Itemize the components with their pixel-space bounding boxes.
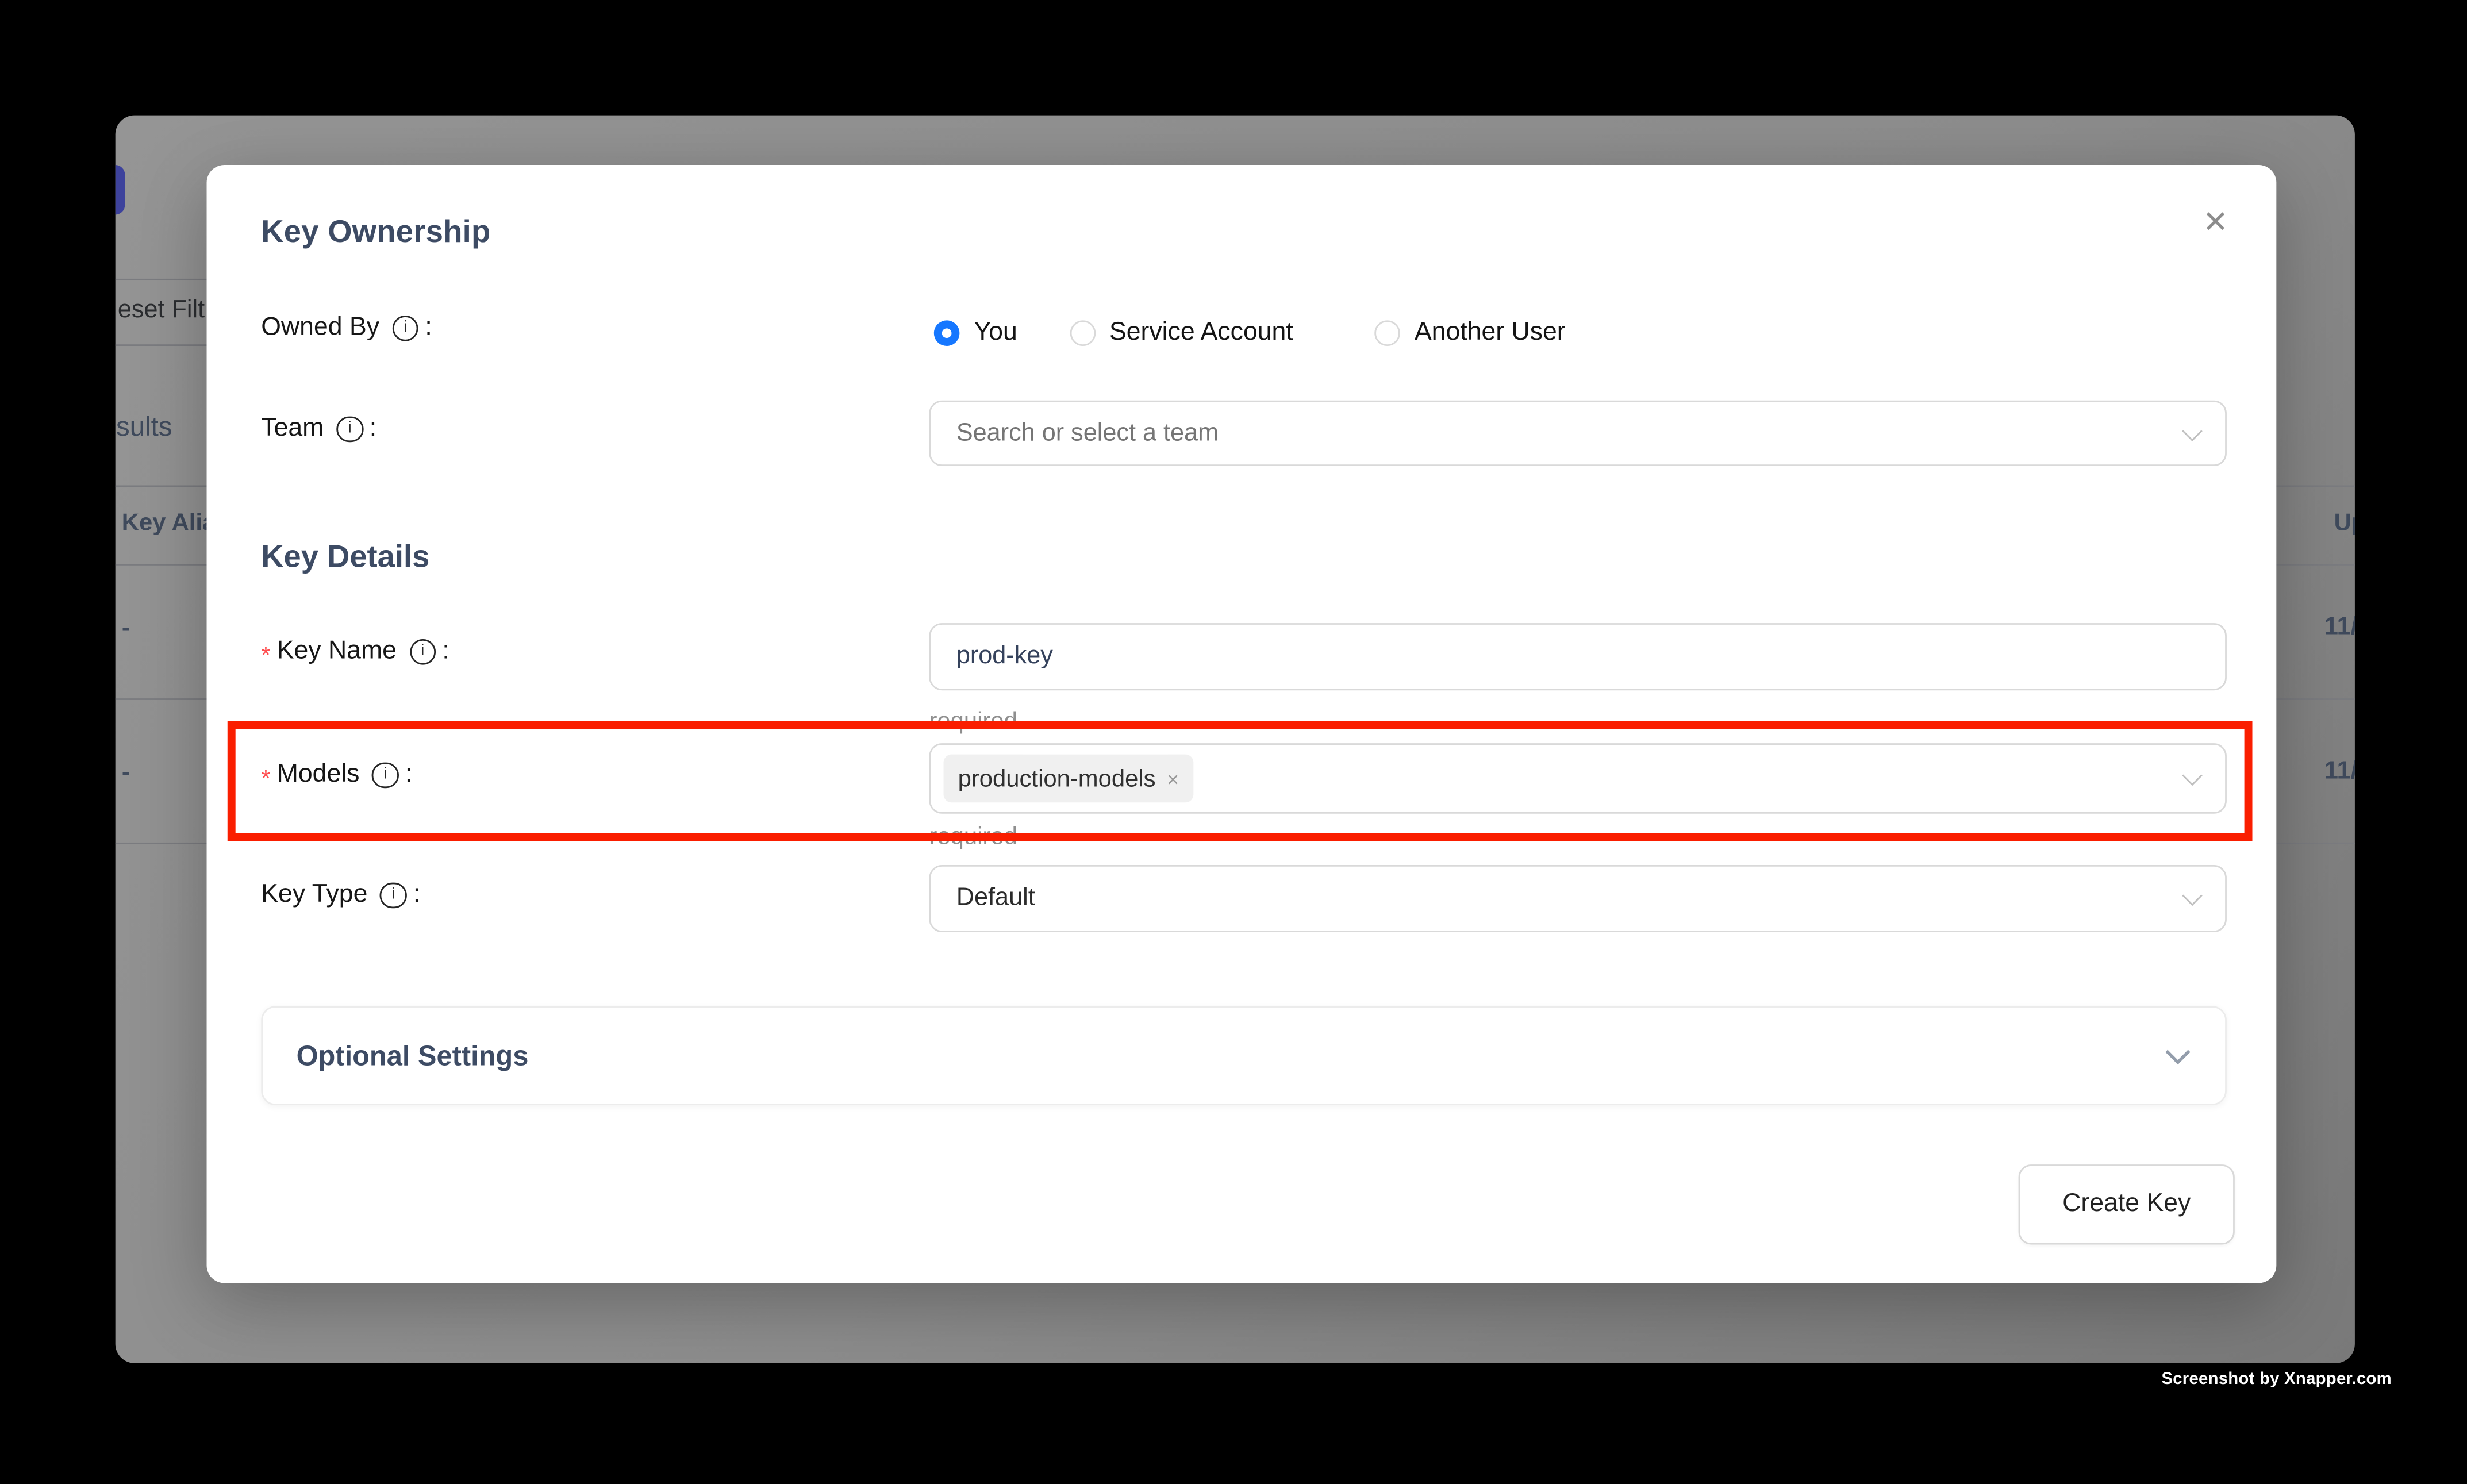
label-colon: :: [370, 415, 376, 444]
models-label: * Modelsi:: [261, 761, 412, 790]
key-type-value: Default: [931, 884, 1035, 913]
key-name-label: * Key Name i:: [261, 637, 449, 666]
key-type-label: Key Type i:: [261, 881, 420, 910]
team-label-text: Team: [261, 415, 324, 444]
optional-settings-accordion[interactable]: Optional Settings: [261, 1006, 2227, 1105]
table-row: 11/: [2324, 757, 2354, 786]
label-colon: :: [405, 761, 412, 790]
team-label: Teami:: [261, 415, 376, 444]
table-header-updated: Up: [2334, 509, 2354, 536]
key-details-heading: Key Details: [261, 540, 429, 576]
table-row: -: [122, 614, 130, 643]
radio-label: Another User: [1415, 319, 1566, 348]
info-icon[interactable]: i: [372, 762, 399, 789]
radio-unselected-icon[interactable]: [1069, 320, 1095, 346]
model-tag-label: production-models: [958, 765, 1156, 792]
info-icon[interactable]: i: [409, 639, 436, 665]
key-name-label-text: Key Name: [277, 637, 397, 666]
reset-filters-button-fragment[interactable]: eset Filt: [118, 295, 205, 324]
radio-label: Service Account: [1109, 319, 1293, 348]
info-icon[interactable]: i: [381, 882, 407, 909]
models-label-text: Models: [277, 761, 360, 790]
radio-owned-by-service-account[interactable]: Service Account: [1069, 319, 1293, 348]
optional-settings-label: Optional Settings: [297, 1039, 529, 1072]
key-name-field[interactable]: [929, 623, 2226, 690]
create-key-button-fragment[interactable]: [114, 165, 125, 214]
key-name-validation: required: [929, 708, 1017, 735]
info-icon[interactable]: i: [337, 416, 363, 443]
radio-label: You: [974, 319, 1017, 348]
models-validation: required: [929, 824, 1017, 851]
key-name-input[interactable]: [931, 643, 2225, 671]
team-select[interactable]: [929, 401, 2226, 466]
key-type-select[interactable]: Default: [929, 865, 2226, 932]
radio-unselected-icon[interactable]: [1374, 320, 1400, 346]
modal-title: Key Ownership: [261, 214, 490, 251]
owned-by-label: Owned By i:: [261, 314, 432, 343]
table-header-key-alias: Key Alia: [122, 509, 216, 536]
screenshot-stage: eset Filt sults Key Alia Up - 11/ - 11/ …: [0, 0, 2467, 1484]
required-asterisk: *: [261, 641, 270, 668]
table-row: -: [122, 759, 130, 787]
close-icon[interactable]: ✕: [2190, 197, 2241, 248]
watermark-text: Screenshot by Xnapper.com: [2161, 1370, 2392, 1389]
models-select[interactable]: production-models ×: [929, 743, 2226, 814]
results-count-fragment: sults: [116, 411, 172, 443]
chevron-down-icon: [2182, 886, 2202, 906]
radio-owned-by-another-user[interactable]: Another User: [1374, 319, 1565, 348]
create-key-modal: Key Ownership ✕ Owned By i: You Service A…: [207, 165, 2277, 1283]
radio-owned-by-you[interactable]: You: [934, 319, 1017, 348]
model-tag: production-models ×: [944, 755, 1194, 803]
owned-by-label-text: Owned By: [261, 314, 379, 343]
label-colon: :: [442, 637, 449, 666]
info-icon[interactable]: i: [392, 315, 418, 341]
label-colon: :: [413, 881, 420, 910]
table-row: 11/: [2324, 613, 2354, 641]
tag-close-icon[interactable]: ×: [1167, 767, 1179, 791]
label-colon: :: [425, 314, 432, 343]
team-select-input[interactable]: [931, 419, 2225, 448]
chevron-down-icon: [2182, 766, 2202, 786]
required-asterisk: *: [261, 765, 270, 792]
create-key-button[interactable]: Create Key: [2019, 1164, 2235, 1244]
key-type-label-text: Key Type: [261, 881, 367, 910]
radio-selected-icon[interactable]: [934, 320, 960, 346]
chevron-down-icon: [2165, 1040, 2190, 1064]
